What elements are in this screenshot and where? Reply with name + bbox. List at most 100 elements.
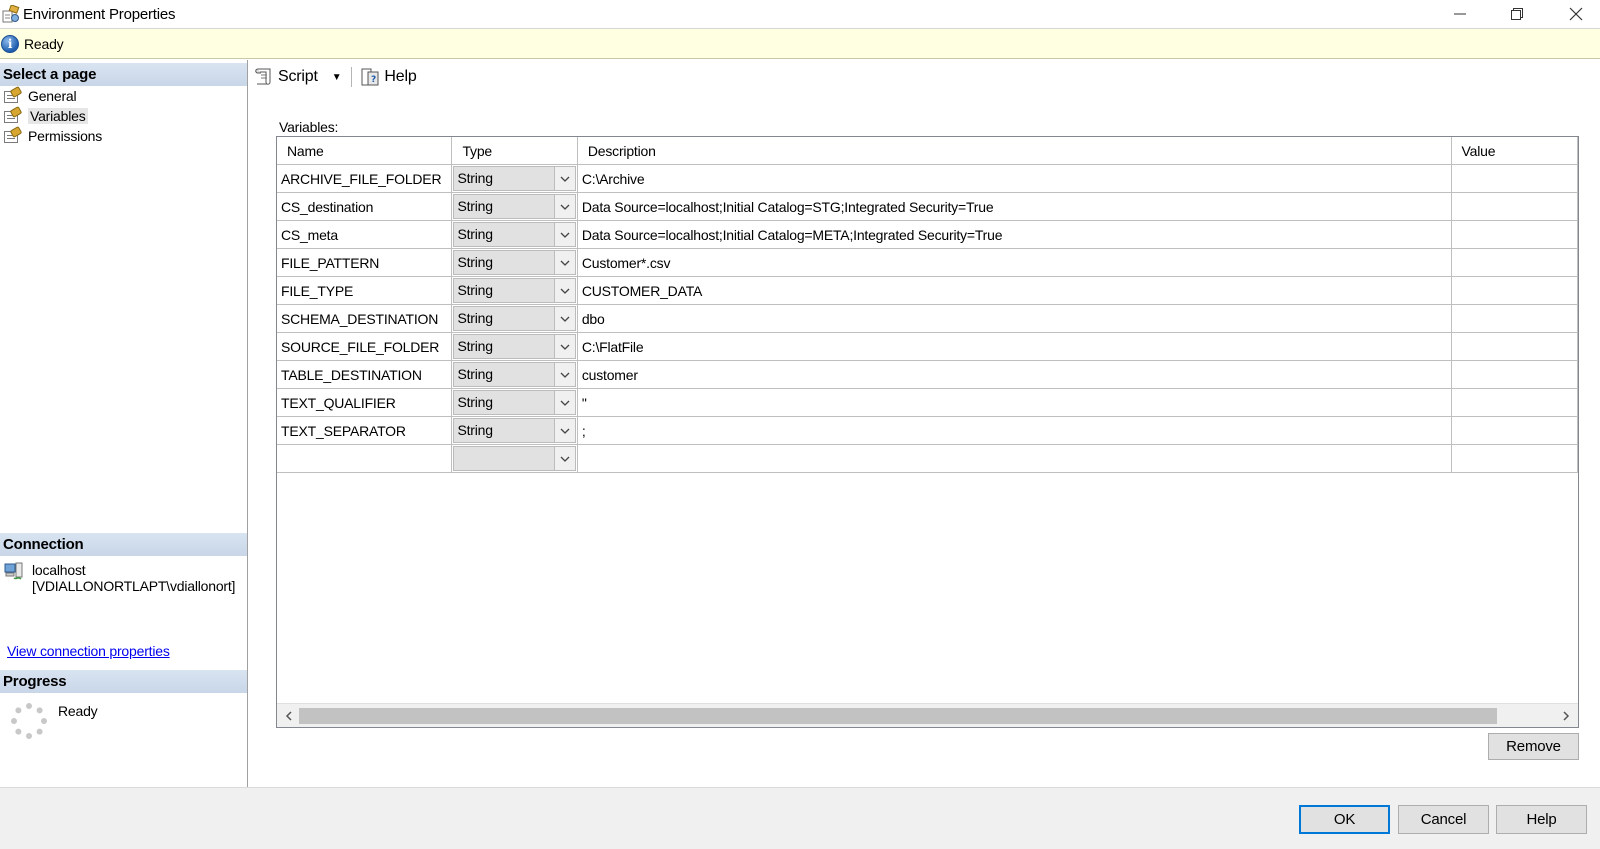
- new-row[interactable]: [277, 444, 1578, 474]
- variable-name-cell[interactable]: ARCHIVE_FILE_FOLDER: [277, 164, 453, 194]
- close-button[interactable]: [1551, 0, 1600, 28]
- chevron-down-icon[interactable]: ▼: [332, 72, 342, 83]
- variable-description-cell[interactable]: customer: [577, 360, 1452, 390]
- type-dropdown[interactable]: String: [452, 249, 576, 276]
- table-row[interactable]: FILE_TYPE String CUSTOMER_DATA: [277, 276, 1578, 306]
- variable-value-cell[interactable]: [1451, 332, 1578, 362]
- view-connection-properties-link[interactable]: View connection properties: [7, 643, 170, 659]
- table-row[interactable]: SCHEMA_DESTINATION String dbo: [277, 304, 1578, 334]
- variable-name-cell[interactable]: CS_meta: [277, 220, 453, 250]
- variable-description-cell[interactable]: Data Source=localhost;Initial Catalog=ST…: [577, 192, 1452, 222]
- type-selected-value[interactable]: String: [453, 278, 555, 304]
- variable-description-cell[interactable]: C:\Archive: [577, 164, 1452, 194]
- column-header-description[interactable]: Description: [577, 137, 1452, 166]
- variable-description-cell[interactable]: ": [577, 388, 1452, 418]
- variable-type-cell[interactable]: String: [451, 276, 578, 306]
- variable-value-cell[interactable]: [1451, 304, 1578, 334]
- variable-type-cell[interactable]: String: [451, 360, 578, 390]
- type-selected-value[interactable]: String: [453, 362, 555, 388]
- table-row[interactable]: CS_destination String Data Source=localhos…: [277, 192, 1578, 222]
- table-row[interactable]: CS_meta String Data Source=localhost;Initi…: [277, 220, 1578, 250]
- type-dropdown-button[interactable]: [554, 362, 576, 388]
- variable-value-cell[interactable]: [1451, 248, 1578, 278]
- variable-type-cell[interactable]: String: [451, 248, 578, 278]
- variable-name-cell[interactable]: TEXT_SEPARATOR: [277, 416, 453, 446]
- variable-description-cell[interactable]: C:\FlatFile: [577, 332, 1452, 362]
- variable-type-cell[interactable]: String: [451, 220, 578, 250]
- variable-type-cell[interactable]: String: [451, 416, 578, 446]
- ok-button[interactable]: OK: [1299, 805, 1390, 834]
- variable-name-cell[interactable]: SOURCE_FILE_FOLDER: [277, 332, 453, 362]
- type-selected-value[interactable]: String: [453, 222, 555, 248]
- type-selected-value[interactable]: String: [453, 390, 555, 416]
- type-dropdown-button[interactable]: [554, 278, 576, 304]
- type-selected-value[interactable]: String: [453, 306, 555, 332]
- table-row[interactable]: ARCHIVE_FILE_FOLDER String C:\Archive: [277, 164, 1578, 194]
- type-dropdown[interactable]: String: [452, 417, 576, 444]
- variable-type-cell[interactable]: String: [451, 164, 578, 194]
- minimize-button[interactable]: [1435, 0, 1485, 28]
- variable-value-cell[interactable]: [1451, 360, 1578, 390]
- type-dropdown[interactable]: String: [452, 361, 576, 388]
- type-dropdown[interactable]: String: [452, 193, 576, 220]
- variable-description-cell[interactable]: Data Source=localhost;Initial Catalog=ME…: [577, 220, 1452, 250]
- variable-description-cell[interactable]: ;: [577, 416, 1452, 446]
- remove-button[interactable]: Remove: [1488, 733, 1579, 760]
- table-row[interactable]: FILE_PATTERN String Customer*.csv: [277, 248, 1578, 278]
- restore-button[interactable]: [1492, 0, 1542, 28]
- type-dropdown[interactable]: String: [452, 305, 576, 332]
- table-row[interactable]: TEXT_SEPARATOR String;: [277, 416, 1578, 446]
- type-dropdown[interactable]: String: [452, 333, 576, 360]
- type-selected-value[interactable]: String: [453, 250, 555, 276]
- page-item-permissions[interactable]: Permissions: [4, 126, 102, 146]
- table-row[interactable]: TEXT_QUALIFIER String ": [277, 388, 1578, 418]
- variable-name-cell[interactable]: FILE_PATTERN: [277, 248, 453, 278]
- variable-type-cell[interactable]: String: [451, 192, 578, 222]
- variable-description-cell[interactable]: CUSTOMER_DATA: [577, 276, 1452, 306]
- help-toolbar-button[interactable]: ? Help: [358, 67, 418, 87]
- variable-name-cell[interactable]: TABLE_DESTINATION: [277, 360, 453, 390]
- type-dropdown-button[interactable]: [554, 222, 576, 248]
- table-row[interactable]: SOURCE_FILE_FOLDER String C:\FlatFile: [277, 332, 1578, 362]
- column-header-value[interactable]: Value: [1451, 137, 1578, 166]
- type-dropdown-button[interactable]: [554, 446, 576, 472]
- type-dropdown-button[interactable]: [554, 306, 576, 332]
- type-dropdown[interactable]: String: [452, 389, 576, 416]
- type-selected-value[interactable]: String: [453, 166, 555, 192]
- variable-type-cell[interactable]: String: [451, 388, 578, 418]
- variable-type-cell[interactable]: String: [451, 332, 578, 362]
- variable-value-cell[interactable]: [1451, 192, 1578, 222]
- type-dropdown[interactable]: String: [452, 277, 576, 304]
- horizontal-scrollbar[interactable]: [277, 703, 1578, 727]
- type-selected-value[interactable]: String: [453, 334, 555, 360]
- scroll-left-arrow[interactable]: [281, 708, 297, 724]
- scroll-right-arrow[interactable]: [1558, 708, 1574, 724]
- type-dropdown-button[interactable]: [554, 418, 576, 444]
- type-dropdown-button[interactable]: [554, 250, 576, 276]
- type-selected-value[interactable]: String: [453, 418, 555, 444]
- cancel-button[interactable]: Cancel: [1398, 805, 1489, 834]
- variable-type-cell[interactable]: String: [451, 304, 578, 334]
- type-dropdown[interactable]: String: [452, 165, 576, 192]
- variable-value-cell[interactable]: [1451, 388, 1578, 418]
- column-header-type[interactable]: Type: [451, 137, 578, 166]
- variable-name-cell[interactable]: TEXT_QUALIFIER: [277, 388, 453, 418]
- page-item-general[interactable]: General: [4, 86, 77, 106]
- variables-grid[interactable]: Name Type Description Value ARCHIVE_FILE…: [276, 136, 1579, 728]
- variable-value-cell[interactable]: [1451, 416, 1578, 446]
- type-dropdown-button[interactable]: [554, 166, 576, 192]
- type-dropdown[interactable]: String: [452, 221, 576, 248]
- type-selected-value[interactable]: [453, 446, 555, 472]
- variable-value-cell[interactable]: [1451, 276, 1578, 306]
- column-header-name[interactable]: Name: [277, 137, 453, 166]
- variable-description-cell[interactable]: [577, 444, 1452, 474]
- help-button[interactable]: Help: [1496, 805, 1587, 834]
- variable-name-cell[interactable]: SCHEMA_DESTINATION: [277, 304, 453, 334]
- variable-description-cell[interactable]: Customer*.csv: [577, 248, 1452, 278]
- type-dropdown[interactable]: [452, 445, 576, 472]
- variable-name-cell[interactable]: CS_destination: [277, 192, 453, 222]
- page-item-variables[interactable]: Variables: [4, 106, 88, 126]
- type-dropdown-button[interactable]: [554, 194, 576, 220]
- type-dropdown-button[interactable]: [554, 390, 576, 416]
- script-button[interactable]: Script ▼: [252, 67, 343, 87]
